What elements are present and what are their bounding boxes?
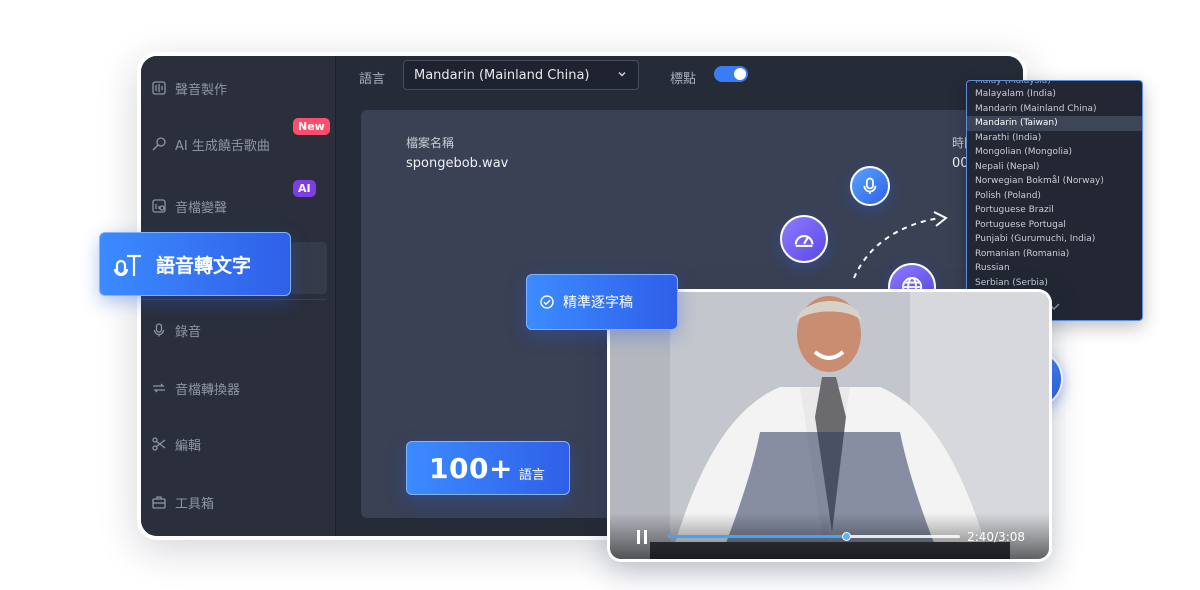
sidebar-item-label: 錄音 [175, 324, 202, 340]
sidebar-item-label: 工具箱 [175, 496, 215, 512]
dropdown-item[interactable]: Norwegian Bokmål (Norway) [967, 174, 1142, 189]
check-circle-icon [540, 295, 554, 309]
sidebar-item-label: AI 生成饒舌歌曲 [175, 138, 270, 154]
dropdown-item[interactable]: Mandarin (Taiwan) [967, 116, 1142, 131]
toolbox-icon [151, 494, 167, 510]
dropdown-item[interactable]: Mongolian (Mongolia) [967, 145, 1142, 160]
sidebar-active-highlight [291, 242, 327, 294]
speech-to-text-label: 語音轉文字 [156, 254, 252, 277]
speedometer-icon [794, 235, 814, 247]
microphone-icon [151, 322, 167, 338]
accurate-transcript-tag: 精準逐字稿 [526, 274, 678, 330]
sidebar-item-edit[interactable]: 編輯 [141, 424, 336, 464]
sidebar-divider [141, 299, 326, 300]
sidebar-item-toolbox[interactable]: 工具箱 [141, 482, 336, 522]
dropdown-item[interactable]: Malayalam (India) [967, 87, 1142, 102]
dropdown-list: Malayalam (India) Mandarin (Mainland Chin… [967, 87, 1142, 290]
speed-circle-button [780, 215, 828, 263]
convert-icon [151, 380, 167, 396]
dropdown-item[interactable]: Portuguese Portugal [967, 218, 1142, 233]
dropdown-item[interactable]: Portuguese Brazil [967, 203, 1142, 218]
dropdown-item[interactable]: Romanian (Romania) [967, 247, 1142, 262]
sidebar-item-record[interactable]: 錄音 [141, 310, 336, 350]
language-label: 語言 [359, 72, 386, 87]
scissors-icon [151, 436, 167, 452]
marketing-stage: 聲音製作 AI 生成饒舌歌曲 New 音檔變聲 AI 錄音 音檔轉換器 編輯 工… [0, 0, 1200, 590]
punctuation-toggle[interactable] [714, 66, 748, 82]
video-progress-knob[interactable] [842, 532, 852, 541]
sidebar-item-audio-production[interactable]: 聲音製作 [141, 68, 336, 108]
language-count-unit: 語言 [518, 467, 545, 483]
mic-slash-icon [151, 136, 167, 152]
video-progress-fill [668, 535, 847, 538]
sidebar: 聲音製作 AI 生成饒舌歌曲 New 音檔變聲 AI 錄音 音檔轉換器 編輯 工… [141, 56, 336, 536]
language-dropdown[interactable]: Malay (Malaysia) Malayalam (India) Mandar… [966, 80, 1143, 321]
dropdown-item[interactable]: Nepali (Nepal) [967, 160, 1142, 175]
ai-badge: AI [293, 180, 316, 197]
language-select-value: Mandarin (Mainland China) [414, 67, 590, 83]
voice-changer-icon [151, 198, 167, 214]
language-select[interactable]: Mandarin (Mainland China) [403, 60, 639, 90]
accurate-transcript-label: 精準逐字稿 [563, 295, 633, 311]
sidebar-item-audio-converter[interactable]: 音檔轉換器 [141, 368, 336, 408]
new-badge: New [293, 118, 330, 135]
sidebar-item-label: 聲音製作 [175, 82, 228, 98]
sidebar-item-label: 編輯 [175, 438, 202, 454]
dropdown-item[interactable]: Serbian (Serbia) [967, 276, 1142, 291]
video-controls: 2:40/3:08 [610, 513, 1049, 559]
language-count-number: 100+ [429, 451, 513, 485]
language-count-tag: 100+ 語言 [406, 441, 570, 495]
file-name-value: spongebob.wav [406, 156, 509, 171]
dropdown-item[interactable]: Marathi (India) [967, 131, 1142, 146]
dropdown-item[interactable]: Mandarin (Mainland China) [967, 102, 1142, 117]
video-frame: 2:40/3:08 [610, 292, 1049, 559]
speech-to-text-tag: 語音轉文字 [99, 232, 291, 296]
microphone-icon [863, 177, 877, 195]
pause-icon[interactable] [636, 529, 648, 545]
video-player: 2:40/3:08 [607, 289, 1052, 562]
video-time: 2:40/3:08 [967, 530, 1025, 544]
video-progress-bar[interactable] [668, 532, 960, 541]
dropdown-item[interactable]: Polish (Poland) [967, 189, 1142, 204]
punctuation-label: 標點 [670, 72, 697, 87]
file-name-label: 檔案名稱 [406, 136, 455, 150]
dropdown-item[interactable]: Punjabi (Gurumuchi, India) [967, 232, 1142, 247]
dropdown-item[interactable]: Russian [967, 261, 1142, 276]
mixer-icon [151, 80, 167, 96]
sidebar-item-label: 音檔變聲 [175, 200, 228, 216]
mic-circle-button [850, 166, 890, 206]
sidebar-item-label: 音檔轉換器 [175, 382, 241, 398]
chevron-down-icon [618, 71, 626, 77]
speech-to-text-icon [113, 254, 141, 277]
